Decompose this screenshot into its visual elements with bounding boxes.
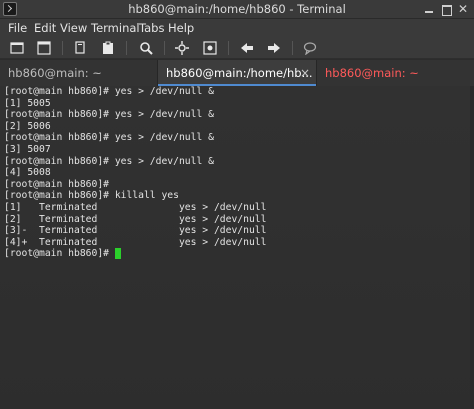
terminal-line: [root@main hb860]# yes > /dev/null & <box>4 132 214 144</box>
terminal-line: [1] 5005 <box>4 97 51 109</box>
terminal-line: [1] Terminated yes > /dev/null <box>4 201 267 213</box>
menu-bar: File Edit View Terminal Tabs Help <box>0 19 474 37</box>
terminal-line: [root@main hb860]# <box>4 178 109 190</box>
terminal-line: [4]+ Terminated yes > /dev/null <box>4 236 267 248</box>
terminal-line: [3] 5007 <box>4 143 51 155</box>
tab-label: hb860@main:/home/hb... <box>166 66 313 80</box>
tab-active[interactable]: hb860@main:/home/hb... × <box>158 60 316 86</box>
terminal-line: [root@main hb860]# yes > /dev/null & <box>4 109 214 121</box>
toolbar-separator <box>292 41 293 55</box>
menu-view[interactable]: View <box>60 21 87 35</box>
previous-tab-icon[interactable] <box>238 40 256 56</box>
terminal-line: [2] Terminated yes > /dev/null <box>4 213 267 225</box>
terminal-line: [root@main hb860]# killall yes <box>4 190 179 202</box>
tab-home-2[interactable]: hb860@main: ~ <box>316 60 474 86</box>
close-tab-icon[interactable]: × <box>299 60 311 84</box>
text-cursor <box>114 248 121 260</box>
paste-icon[interactable] <box>99 40 117 56</box>
maximize-button[interactable] <box>439 2 453 16</box>
new-tab-icon[interactable] <box>8 40 26 56</box>
menu-tabs[interactable]: Tabs <box>139 21 164 35</box>
terminal-line: [3]- Terminated yes > /dev/null <box>4 225 267 237</box>
toolbar-separator <box>164 41 165 55</box>
copy-icon[interactable] <box>71 40 89 56</box>
terminal-output[interactable]: [root@main hb860]# yes > /dev/null & [1]… <box>0 86 474 409</box>
menu-file[interactable]: File <box>8 21 27 35</box>
terminal-scrollbar[interactable] <box>470 86 474 409</box>
terminal-line: [root@main hb860]# yes > /dev/null & <box>4 155 214 167</box>
terminal-line: [root@main hb860]# yes > /dev/null & <box>4 86 214 97</box>
next-tab-icon[interactable] <box>265 40 283 56</box>
window-title: hb860@main:/home/hb860 - Terminal <box>128 2 346 16</box>
tab-label: hb860@main: ~ <box>325 66 419 80</box>
title-bar: hb860@main:/home/hb860 - Terminal ✕ <box>0 0 474 19</box>
minimize-button[interactable] <box>422 2 436 16</box>
toolbar-separator <box>228 41 229 55</box>
close-window-button[interactable]: ✕ <box>456 2 470 16</box>
about-icon[interactable] <box>301 40 319 56</box>
terminal-prompt: [root@main hb860]# <box>4 248 115 260</box>
menu-edit[interactable]: Edit <box>34 21 56 35</box>
fullscreen-icon[interactable] <box>173 40 191 56</box>
find-icon[interactable] <box>137 40 155 56</box>
terminal-line: [2] 5006 <box>4 120 51 132</box>
tab-label: hb860@main: ~ <box>8 66 102 80</box>
menu-help[interactable]: Help <box>168 21 194 35</box>
tab-bar: hb860@main: ~ hb860@main:/home/hb... × h… <box>0 60 474 86</box>
toolbar-separator <box>62 41 63 55</box>
menu-terminal[interactable]: Terminal <box>91 21 140 35</box>
toolbar-separator <box>126 41 127 55</box>
terminal-line: [4] 5008 <box>4 167 51 179</box>
preferences-icon[interactable] <box>201 40 219 56</box>
tab-home-1[interactable]: hb860@main: ~ <box>0 60 158 86</box>
new-window-icon[interactable] <box>35 40 53 56</box>
terminal-prompt-line[interactable]: [root@main hb860]# <box>4 248 470 260</box>
toolbar <box>0 37 474 59</box>
